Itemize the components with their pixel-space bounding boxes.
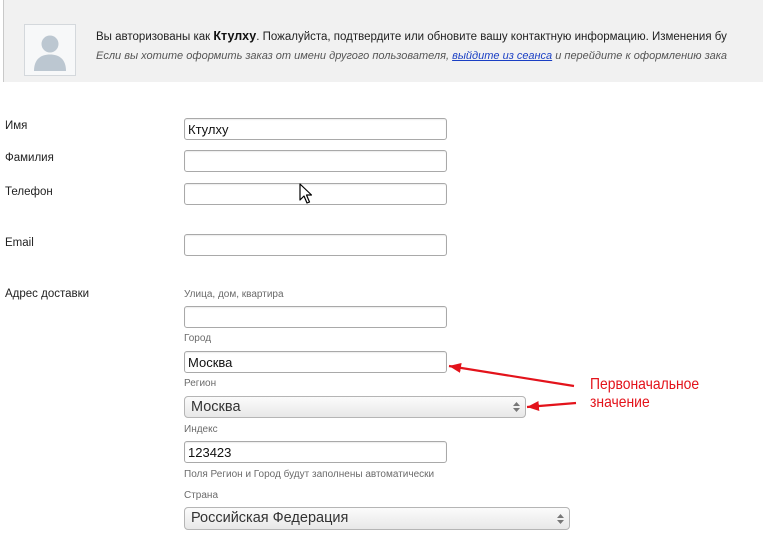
city-input[interactable] <box>184 351 447 373</box>
name-label: Имя <box>5 120 28 132</box>
user-silhouette-icon <box>34 35 66 71</box>
zip-input[interactable] <box>184 441 447 463</box>
address-label: Адрес доставки <box>5 288 90 300</box>
red-arrow-icon <box>448 362 575 388</box>
email-label: Email <box>5 237 34 249</box>
annotation-line-1: Первоначальное <box>590 376 700 393</box>
auth-message: Вы авторизованы как Ктулху. Пожалуйста, … <box>96 28 727 45</box>
switch-user-hint-suffix: и перейдите к оформлению зака <box>552 50 728 62</box>
up-down-arrows-icon <box>513 402 520 412</box>
country-select-value: Российская Федерация <box>191 510 349 526</box>
switch-user-hint-prefix: Если вы хотите оформить заказ от имени д… <box>96 50 453 62</box>
autofill-note: Поля Регион и Город будут заполнены авто… <box>184 469 435 480</box>
up-down-arrows-icon <box>557 513 564 524</box>
email-input[interactable] <box>184 234 447 256</box>
country-select[interactable]: Российская Федерация <box>184 507 570 530</box>
region-select-value: Москва <box>191 399 241 415</box>
switch-user-hint: Если вы хотите оформить заказ от имени д… <box>96 48 727 64</box>
annotation-text: Первоначальное значение <box>590 376 699 412</box>
surname-input[interactable] <box>184 150 447 172</box>
zip-label: Индекс <box>184 424 218 435</box>
auth-banner: Вы авторизованы как Ктулху. Пожалуйста, … <box>3 0 763 82</box>
region-select[interactable]: Москва <box>184 396 526 418</box>
name-input[interactable] <box>184 118 447 140</box>
street-input[interactable] <box>184 306 447 328</box>
red-arrow-icon <box>526 401 577 412</box>
street-label: Улица, дом, квартира <box>184 289 284 300</box>
auth-message-suffix: . Пожалуйста, подтвердите или обновите в… <box>256 31 727 43</box>
region-label: Регион <box>184 378 217 389</box>
logout-link[interactable]: выйдите из сеанса <box>452 50 552 62</box>
surname-label: Фамилия <box>5 152 54 164</box>
phone-input[interactable] <box>184 183 447 205</box>
avatar <box>24 24 76 76</box>
city-label: Город <box>184 333 212 344</box>
phone-label: Телефон <box>5 186 53 198</box>
username: Ктулху <box>213 29 257 43</box>
country-label: Страна <box>184 490 219 501</box>
annotation-arrows <box>448 362 577 412</box>
annotation-line-2: значение <box>590 394 650 411</box>
auth-message-prefix: Вы авторизованы как <box>96 31 214 43</box>
